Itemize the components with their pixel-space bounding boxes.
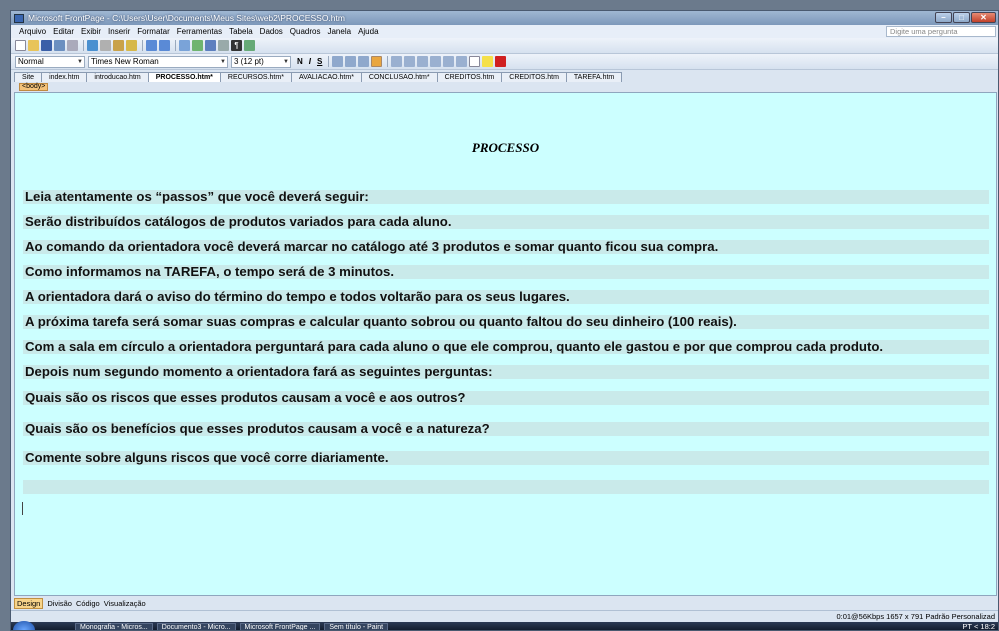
- paragraph-3: Ao comando da orientadora você deverá ma…: [25, 239, 719, 254]
- bold-button[interactable]: N: [297, 57, 303, 66]
- insert-picture-icon[interactable]: [192, 40, 203, 51]
- menu-exibir[interactable]: Exibir: [81, 27, 101, 36]
- paragraph-1: Leia atentamente os “passos” que você de…: [25, 189, 369, 204]
- help-icon[interactable]: [244, 40, 255, 51]
- page-title: PROCESSO: [471, 140, 540, 155]
- paragraph-7: Com a sala em círculo a orientadora perg…: [25, 339, 884, 354]
- view-codigo[interactable]: Código: [76, 599, 100, 608]
- text-cursor: [22, 502, 23, 515]
- tab-site[interactable]: Site: [14, 72, 43, 82]
- tab-creditos-2[interactable]: CREDITOS.htm: [501, 72, 567, 82]
- menu-editar[interactable]: Editar: [53, 27, 74, 36]
- numbering-icon[interactable]: [417, 56, 429, 67]
- format-painter-icon[interactable]: [126, 40, 137, 51]
- menu-ferramentas[interactable]: Ferramentas: [177, 27, 222, 36]
- close-button[interactable]: ✕: [971, 12, 996, 23]
- frontpage-icon: [14, 13, 24, 23]
- view-design[interactable]: Design: [14, 597, 44, 609]
- open-icon[interactable]: [28, 40, 39, 51]
- bullets-icon[interactable]: [430, 56, 442, 67]
- tab-creditos[interactable]: CREDITOS.htm: [436, 72, 503, 82]
- cut-icon[interactable]: [100, 40, 111, 51]
- question-3: Comente sobre alguns riscos que você cor…: [25, 450, 389, 465]
- save-icon[interactable]: [41, 40, 52, 51]
- underline-button[interactable]: S: [317, 57, 322, 66]
- highlight-icon[interactable]: [482, 56, 494, 67]
- tab-processo[interactable]: PROCESSO.htm*: [147, 72, 221, 82]
- task-frontpage[interactable]: Microsoft FrontPage ...: [239, 622, 321, 630]
- design-view-editor[interactable]: PROCESSO Leia atentamente os “passos” qu…: [14, 92, 997, 596]
- borders-icon[interactable]: [469, 56, 481, 67]
- tab-avaliacao[interactable]: AVALIACAO.htm*: [290, 72, 362, 82]
- body-tag[interactable]: <body>: [19, 83, 49, 91]
- view-divisao[interactable]: Divisão: [47, 599, 72, 608]
- redo-icon[interactable]: [159, 40, 170, 51]
- tab-index[interactable]: index.htm: [41, 72, 88, 82]
- font-color-icon[interactable]: [495, 56, 507, 67]
- menu-tabela[interactable]: Tabela: [229, 27, 253, 36]
- page-tabs: Site index.htm introducao.htm PROCESSO.h…: [11, 70, 998, 82]
- view-tabs: Design Divisão Código Visualização: [11, 596, 998, 610]
- menu-dados[interactable]: Dados: [260, 27, 283, 36]
- task-monografia[interactable]: Monografia - Micros...: [75, 622, 153, 630]
- print-icon[interactable]: [67, 40, 78, 51]
- tab-introducao[interactable]: introducao.htm: [86, 72, 149, 82]
- tab-recursos[interactable]: RECURSOS.htm*: [219, 72, 292, 82]
- tab-tarefa[interactable]: TAREFA.htm: [565, 72, 623, 82]
- hyperlink-icon[interactable]: [205, 40, 216, 51]
- text-row-bg: [23, 480, 989, 494]
- frontpage-window: Microsoft FrontPage - C:\Users\User\Docu…: [10, 10, 999, 631]
- menu-inserir[interactable]: Inserir: [108, 27, 130, 36]
- font-select[interactable]: Times New Roman: [88, 55, 228, 68]
- formatting-toolbar: Normal Times New Roman 3 (12 pt) N I S: [11, 54, 998, 70]
- task-documento3[interactable]: Documento3 - Micro...: [156, 622, 236, 630]
- italic-button[interactable]: I: [309, 57, 311, 66]
- justify-icon[interactable]: [371, 56, 383, 67]
- minimize-button[interactable]: –: [935, 12, 952, 23]
- new-page-icon[interactable]: [15, 40, 26, 51]
- system-tray: PT < 18:2: [962, 622, 995, 631]
- menu-arquivo[interactable]: Arquivo: [19, 27, 46, 36]
- menu-formatar[interactable]: Formatar: [137, 27, 169, 36]
- paragraph-6: A próxima tarefa será somar suas compras…: [25, 314, 737, 329]
- publish-icon[interactable]: [54, 40, 65, 51]
- title-bar: Microsoft FrontPage - C:\Users\User\Docu…: [11, 11, 998, 25]
- start-button[interactable]: [13, 621, 35, 630]
- insert-table-icon[interactable]: [179, 40, 190, 51]
- status-bar: 0:01@56Kbps 1657 x 791 Padrão Personaliz…: [11, 610, 998, 622]
- standard-toolbar: ¶: [11, 38, 998, 54]
- tab-conclusao[interactable]: CONCLUSAO.htm*: [360, 72, 438, 82]
- align-center-icon[interactable]: [345, 56, 357, 67]
- paragraph-icon[interactable]: ¶: [231, 40, 242, 51]
- align-right-icon[interactable]: [358, 56, 370, 67]
- windows-taskbar: Monografia - Micros... Documento3 - Micr…: [11, 621, 998, 631]
- paragraph-2: Serão distribuídos catálogos de produtos…: [25, 214, 452, 229]
- quick-tag-bar: <body>: [11, 82, 998, 92]
- style-select[interactable]: Normal: [15, 55, 85, 68]
- question-1: Quais são os riscos que esses produtos c…: [25, 390, 466, 405]
- increase-font-icon[interactable]: [391, 56, 403, 67]
- undo-icon[interactable]: [146, 40, 157, 51]
- menu-bar: Arquivo Editar Exibir Inserir Formatar F…: [11, 25, 998, 38]
- question-2: Quais são os benefícios que esses produt…: [25, 421, 490, 436]
- decrease-font-icon[interactable]: [404, 56, 416, 67]
- menu-quadros[interactable]: Quadros: [290, 27, 321, 36]
- spelling-icon[interactable]: [87, 40, 98, 51]
- outdent-icon[interactable]: [443, 56, 455, 67]
- paragraph-4: Como informamos na TAREFA, o tempo será …: [25, 264, 395, 279]
- paste-icon[interactable]: [113, 40, 124, 51]
- window-title: Microsoft FrontPage - C:\Users\User\Docu…: [28, 13, 345, 23]
- size-select[interactable]: 3 (12 pt): [231, 55, 291, 68]
- paragraph-8: Depois num segundo momento a orientadora…: [25, 364, 493, 379]
- menu-ajuda[interactable]: Ajuda: [358, 27, 378, 36]
- indent-icon[interactable]: [456, 56, 468, 67]
- refresh-icon[interactable]: [218, 40, 229, 51]
- maximize-button[interactable]: □: [953, 12, 970, 23]
- menu-janela[interactable]: Janela: [327, 27, 351, 36]
- view-visualizacao[interactable]: Visualização: [104, 599, 146, 608]
- ask-question-input[interactable]: Digite uma pergunta: [886, 26, 996, 37]
- paragraph-5: A orientadora dará o aviso do término do…: [25, 289, 570, 304]
- align-left-icon[interactable]: [332, 56, 344, 67]
- task-paint[interactable]: Sem título - Paint: [324, 622, 389, 630]
